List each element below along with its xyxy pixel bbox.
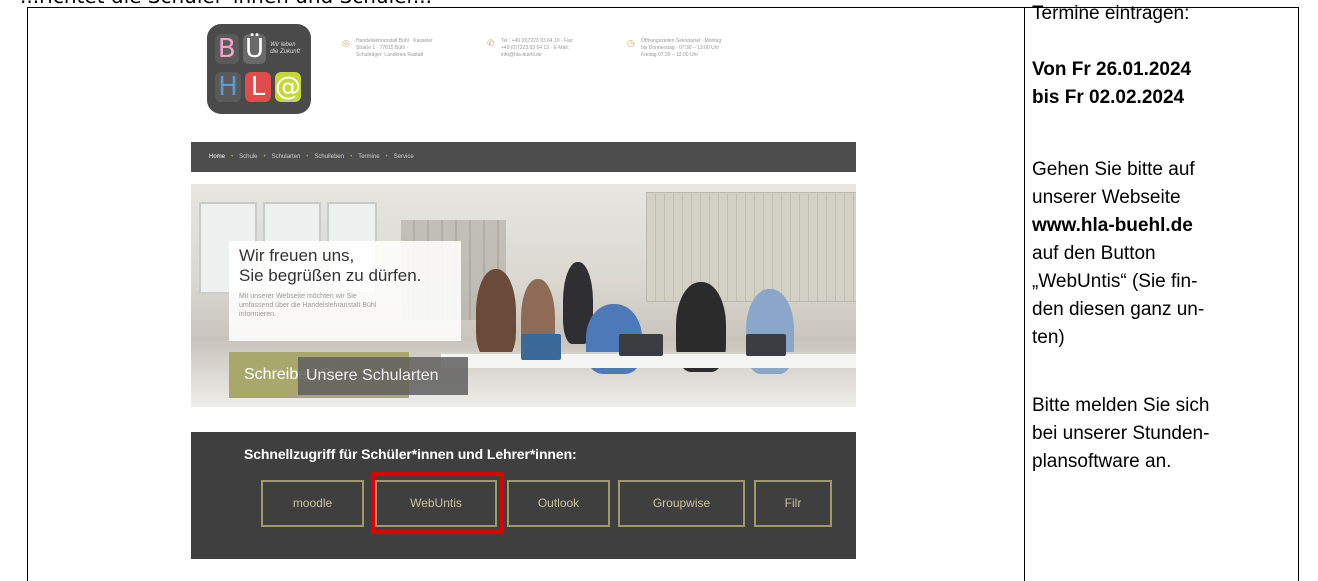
instruction-line: den diesen ganz un- — [1032, 299, 1205, 320]
webuntis-highlight-frame — [371, 472, 504, 534]
nav-home[interactable]: Home — [209, 154, 225, 172]
logo-letter-at: @ — [275, 72, 301, 102]
school-logo: B Ü Wir leben die Zukunft H L @ — [207, 24, 311, 114]
laptop — [746, 334, 786, 356]
site-navbar: Home • Schule • Schularten • Schulleben … — [191, 142, 856, 172]
nav-schulleben[interactable]: Schulleben — [314, 154, 344, 172]
laptop — [521, 334, 561, 360]
nav-schule[interactable]: Schule — [239, 154, 257, 172]
column-divider — [1024, 8, 1025, 581]
quick-access-title: Schnellzugriff für Schüler*innen und Leh… — [244, 446, 577, 462]
login-line: plansoftware an. — [1032, 451, 1172, 472]
hero-headline-2: Sie begrüßen zu dürfen. — [239, 266, 422, 285]
moodle-button[interactable]: moodle — [261, 480, 364, 527]
login-line: bei unserer Stunden- — [1032, 423, 1210, 444]
opening-hours-block: ◷ Öffnungszeiten Sekretariat · Montag bi… — [627, 38, 723, 58]
nav-service[interactable]: Service — [394, 154, 414, 172]
filr-button[interactable]: Filr — [754, 480, 832, 527]
groupwise-button[interactable]: Groupwise — [618, 480, 745, 527]
instruction-line: Gehen Sie bitte auf — [1032, 159, 1195, 180]
logo-letter-h: H — [215, 72, 241, 102]
website-screenshot: B Ü Wir leben die Zukunft H L @ ◎ Handel… — [191, 16, 856, 559]
instruction-line: „WebUntis“ (Sie fin- — [1032, 271, 1198, 292]
instruction-line: ten) — [1032, 327, 1065, 348]
periodic-table-poster — [646, 192, 856, 302]
logo-letter-ue: Ü — [242, 34, 267, 64]
hero-headline-1: Wir freuen uns, — [239, 246, 355, 265]
address-block: ◎ Handelslehranstalt Bühl · Kasseler Str… — [342, 38, 433, 58]
website-url[interactable]: www.hla-buehl.de — [1032, 215, 1193, 236]
logo-letter-b: B — [215, 34, 239, 64]
termine-label: Termine eintragen: — [1032, 3, 1190, 24]
hero-banner: Wir freuen uns, Sie begrüßen zu dürfen. … — [191, 184, 856, 407]
student-figure — [476, 269, 516, 359]
nav-termine[interactable]: Termine — [358, 154, 379, 172]
hero-text-card: Wir freuen uns, Sie begrüßen zu dürfen. … — [229, 241, 461, 341]
schularten-button[interactable]: Unsere Schularten — [298, 357, 468, 395]
logo-letter-l: L — [245, 72, 271, 102]
instruction-text: Termine eintragen: Von Fr 26.01.2024 bis… — [1032, 0, 1302, 476]
contact-block: ✆ Tel.: +49 (0)7223 93 64 10 · Fax: +49 … — [487, 38, 574, 58]
outlook-button[interactable]: Outlook — [507, 480, 610, 527]
date-to: bis Fr 02.02.2024 — [1032, 87, 1185, 108]
logo-slogan: Wir leben die Zukunft — [270, 42, 300, 55]
location-pin-icon: ◎ — [342, 38, 350, 48]
quick-access-panel: Schnellzugriff für Schüler*innen und Leh… — [191, 432, 856, 559]
date-from: Von Fr 26.01.2024 — [1032, 59, 1192, 80]
instruction-line: unserer Webseite — [1032, 187, 1181, 208]
clock-icon: ◷ — [627, 38, 635, 48]
laptop — [619, 334, 663, 356]
hero-text: Mit unserer Webseite möchten wir Sie umf… — [239, 293, 377, 318]
phone-icon: ✆ — [487, 38, 495, 48]
instruction-line: auf den Button — [1032, 243, 1156, 264]
nav-schularten[interactable]: Schularten — [272, 154, 301, 172]
login-line: Bitte melden Sie sich — [1032, 395, 1210, 416]
